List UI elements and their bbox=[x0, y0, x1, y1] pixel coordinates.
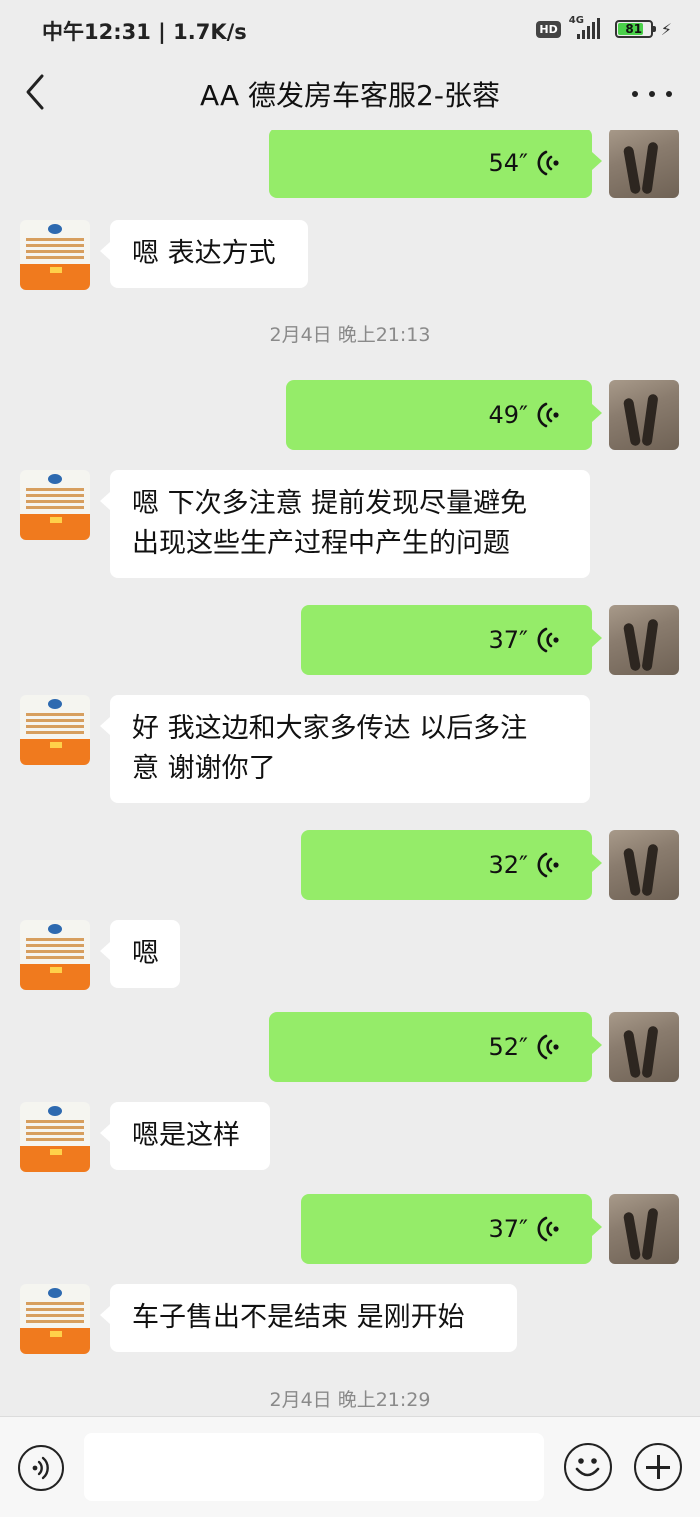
contact-avatar[interactable] bbox=[20, 695, 90, 765]
message-text-line: 意 谢谢你了 bbox=[132, 753, 276, 784]
text-message-bubble[interactable]: 嗯 bbox=[100, 920, 180, 988]
charging-icon: ⚡ bbox=[660, 19, 672, 39]
my-avatar[interactable] bbox=[609, 605, 679, 675]
text-message-bubble[interactable]: 车子售出不是结束 是刚开始 bbox=[100, 1284, 517, 1352]
battery-level: 81 bbox=[625, 22, 643, 36]
voice-message-bubble[interactable]: 37″ bbox=[301, 1194, 602, 1264]
contact-avatar[interactable] bbox=[20, 220, 90, 290]
battery-icon: 81 bbox=[614, 20, 656, 38]
time-stamp: 2月4日 晚上21:13 bbox=[269, 324, 431, 346]
voice-input-icon bbox=[32, 1456, 49, 1480]
more-button[interactable] bbox=[632, 76, 672, 112]
voice-message-bubble[interactable]: 37″ bbox=[301, 605, 602, 675]
message-text-line: 嗯 下次多注意 提前发现尽量避免 bbox=[132, 488, 528, 519]
more-dots-icon bbox=[632, 91, 638, 97]
status-indicators: HD 4G 81 ⚡ bbox=[536, 15, 672, 42]
voice-mode-button[interactable] bbox=[18, 1445, 64, 1491]
message-text: 嗯 表达方式 bbox=[132, 238, 276, 269]
plus-button[interactable] bbox=[634, 1443, 682, 1491]
voice-message-bubble[interactable]: 52″ bbox=[269, 1012, 602, 1082]
voice-duration: 54″ bbox=[488, 149, 528, 177]
voice-wave-icon bbox=[537, 852, 559, 878]
text-message-bubble[interactable]: 嗯是这样 bbox=[100, 1102, 270, 1170]
contact-avatar[interactable] bbox=[20, 1102, 90, 1172]
my-avatar[interactable] bbox=[609, 130, 679, 198]
signal-icon: 4G bbox=[569, 15, 607, 41]
hd-badge: HD bbox=[536, 20, 561, 38]
voice-duration: 49″ bbox=[488, 401, 528, 429]
voice-message-bubble[interactable]: 32″ bbox=[301, 830, 602, 900]
voice-wave-icon bbox=[537, 1216, 559, 1242]
emoji-button[interactable] bbox=[564, 1443, 612, 1491]
time-stamp: 2月4日 晚上21:29 bbox=[269, 1389, 431, 1411]
message-text: 嗯是这样 bbox=[132, 1120, 240, 1151]
my-avatar[interactable] bbox=[609, 380, 679, 450]
text-message-bubble[interactable]: 嗯 下次多注意 提前发现尽量避免 出现这些生产过程中产生的问题 bbox=[100, 470, 590, 578]
voice-wave-icon bbox=[537, 627, 559, 653]
voice-wave-icon bbox=[537, 150, 559, 176]
status-time: 中午12:31 | 1.7K/s bbox=[42, 20, 247, 44]
message-text-line: 好 我这边和大家多传达 以后多注 bbox=[132, 713, 528, 744]
voice-duration: 37″ bbox=[488, 1215, 528, 1243]
message-text-line: 出现这些生产过程中产生的问题 bbox=[132, 528, 510, 559]
status-bar: 中午12:31 | 1.7K/s HD 4G 81 ⚡ bbox=[0, 0, 700, 58]
my-avatar[interactable] bbox=[609, 830, 679, 900]
text-message-bubble[interactable]: 好 我这边和大家多传达 以后多注意 谢谢你了 bbox=[100, 695, 590, 803]
message-text: 车子售出不是结束 是刚开始 bbox=[132, 1302, 465, 1333]
my-avatar[interactable] bbox=[609, 1012, 679, 1082]
contact-avatar[interactable] bbox=[20, 920, 90, 990]
message-text: 嗯 bbox=[132, 938, 159, 969]
voice-message-bubble[interactable]: 49″ bbox=[286, 380, 602, 450]
emoji-icon bbox=[575, 1458, 600, 1477]
chat-title: AA 德发房车客服2-张蓉 bbox=[200, 79, 500, 112]
contact-avatar[interactable] bbox=[20, 470, 90, 540]
chat-area[interactable]: 54″ 嗯 表达方式 2月4日 晚上21:13 49″ 嗯 下次多注意 提前发现尽量避免… bbox=[0, 130, 700, 1416]
contact-avatar[interactable] bbox=[20, 1284, 90, 1354]
voice-duration: 52″ bbox=[488, 1033, 528, 1061]
voice-message-bubble[interactable]: 54″ bbox=[269, 130, 602, 198]
title-bar: AA 德发房车客服2-张蓉 bbox=[0, 58, 700, 130]
input-bar bbox=[0, 1416, 700, 1517]
my-avatar[interactable] bbox=[609, 1194, 679, 1264]
voice-duration: 32″ bbox=[488, 851, 528, 879]
message-input[interactable] bbox=[84, 1433, 544, 1501]
text-message-bubble[interactable]: 嗯 表达方式 bbox=[100, 220, 308, 288]
voice-wave-icon bbox=[537, 1034, 559, 1060]
voice-wave-icon bbox=[537, 402, 559, 428]
voice-duration: 37″ bbox=[488, 626, 528, 654]
